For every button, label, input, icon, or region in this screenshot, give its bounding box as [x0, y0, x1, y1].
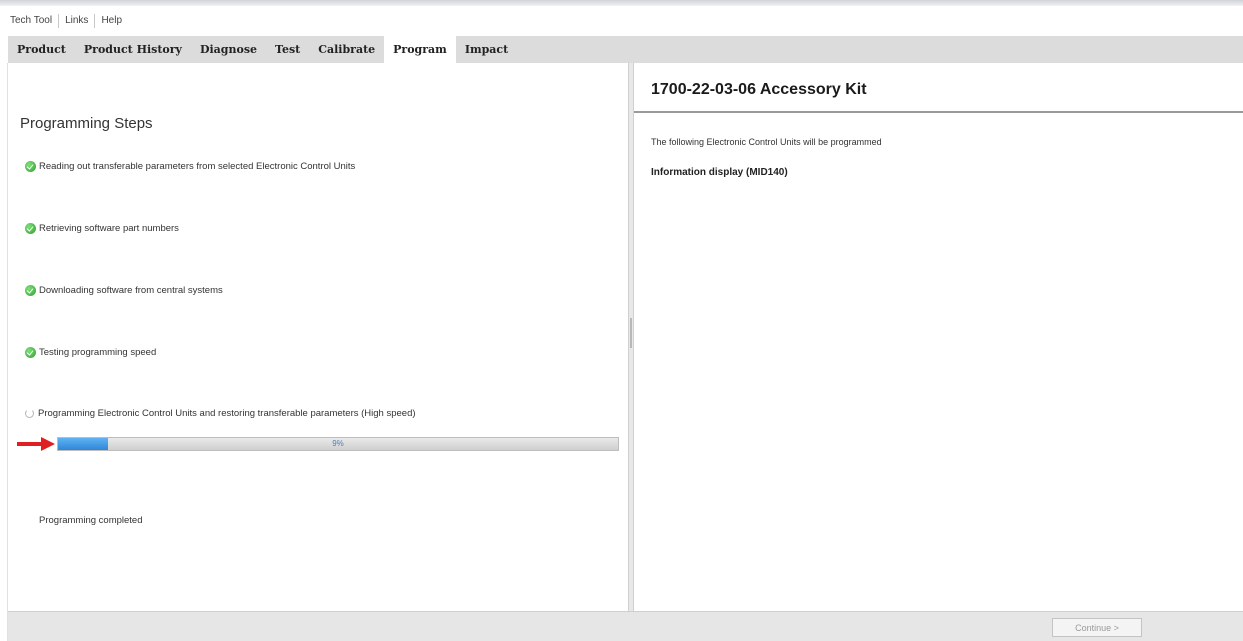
programming-steps-title: Programming Steps	[20, 115, 153, 132]
title-divider	[634, 111, 1243, 113]
programming-steps-pane: Programming Steps Reading out transferab…	[8, 63, 628, 611]
tab-impact[interactable]: Impact	[456, 36, 517, 63]
left-window-edge	[0, 63, 8, 641]
red-arrow-icon	[17, 437, 55, 451]
kit-details-pane: 1700-22-03-06 Accessory Kit The followin…	[634, 63, 1243, 615]
tab-test[interactable]: Test	[266, 36, 309, 63]
tab-diagnose[interactable]: Diagnose	[191, 36, 266, 63]
window-top-edge	[0, 0, 1243, 6]
ecu-name: Information display (MID140)	[651, 167, 788, 178]
step-read-parameters: Reading out transferable parameters from…	[25, 161, 355, 172]
step-retrieve-part-numbers: Retrieving software part numbers	[25, 223, 179, 234]
check-icon	[25, 285, 36, 296]
kit-title: 1700-22-03-06 Accessory Kit	[651, 81, 867, 98]
menu-tech-tool[interactable]: Tech Tool	[8, 14, 60, 28]
tab-calibrate[interactable]: Calibrate	[309, 36, 384, 63]
continue-button[interactable]: Continue >	[1052, 618, 1142, 637]
menu-bar: Tech Tool Links Help	[8, 10, 1243, 32]
tab-product-history[interactable]: Product History	[75, 36, 191, 63]
step-label: Testing programming speed	[39, 347, 157, 358]
check-icon	[25, 347, 36, 358]
ecu-intro-text: The following Electronic Control Units w…	[651, 137, 882, 147]
check-icon	[25, 223, 36, 234]
bottom-button-bar: Continue >	[8, 611, 1243, 641]
splitter-grip[interactable]	[630, 318, 632, 348]
tab-program[interactable]: Program	[384, 36, 456, 63]
step-label: Programming Electronic Control Units and…	[38, 408, 416, 419]
step-programming-ecus: Programming Electronic Control Units and…	[25, 408, 416, 419]
step-test-speed: Testing programming speed	[25, 347, 156, 358]
menu-links[interactable]: Links	[59, 14, 96, 28]
progress-percent: 9%	[332, 439, 344, 448]
step-download-software: Downloading software from central system…	[25, 285, 223, 296]
main-tab-bar: Product Product History Diagnose Test Ca…	[8, 36, 1243, 63]
spinner-icon	[25, 409, 34, 418]
tab-product[interactable]: Product	[8, 36, 75, 63]
programming-progress-bar: 9%	[57, 437, 619, 451]
step-label: Reading out transferable parameters from…	[39, 161, 356, 172]
check-icon	[25, 161, 36, 172]
step-label: Retrieving software part numbers	[39, 223, 179, 234]
menu-help[interactable]: Help	[95, 14, 128, 28]
step-label: Downloading software from central system…	[39, 285, 223, 296]
programming-completed-text: Programming completed	[39, 515, 143, 526]
